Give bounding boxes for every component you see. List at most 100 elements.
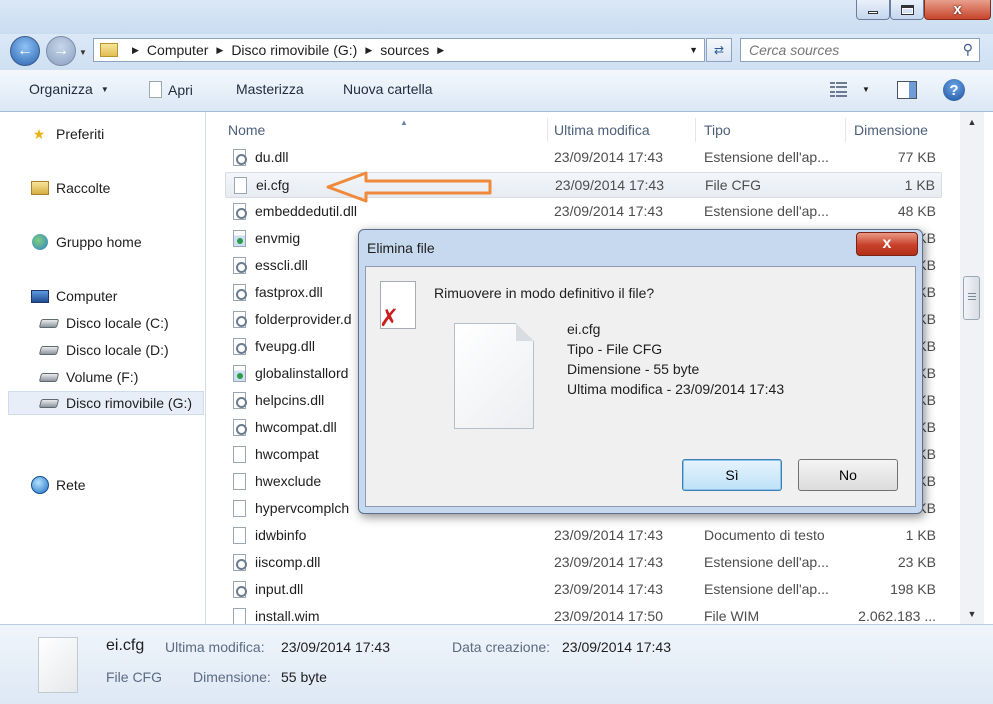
column-header-type[interactable]: Tipo [704, 118, 846, 142]
chevron-right-icon[interactable]: ▶ [216, 45, 223, 56]
sidebar-item-label: Disco rimovibile (G:) [66, 395, 193, 411]
chevron-down-icon[interactable]: ▼ [862, 85, 870, 94]
file-date-cell: 23/09/2014 17:43 [555, 177, 664, 193]
chevron-right-icon[interactable]: ▶ [437, 45, 444, 56]
back-button[interactable]: ← [10, 36, 40, 66]
sidebar-item-drive-c[interactable]: Disco locale (C:) [0, 311, 206, 335]
file-size-cell: 198 KB [890, 581, 936, 597]
arrow-left-icon: ← [17, 42, 33, 59]
column-header-label: Dimensione [854, 122, 928, 138]
dll-file-icon [233, 554, 247, 571]
chevron-right-icon[interactable]: ▶ [132, 45, 139, 56]
computer-icon [31, 288, 49, 304]
search-input[interactable] [741, 42, 941, 58]
file-date-cell: 23/09/2014 17:43 [554, 203, 663, 219]
file-date-cell: 23/09/2014 17:43 [554, 554, 663, 570]
delete-file-icon: ✗ [379, 281, 416, 332]
drive-icon [38, 395, 60, 411]
document-icon [234, 177, 247, 194]
dialog-file-type: Tipo - File CFG [567, 341, 663, 357]
file-type-cell: Documento di testo [704, 527, 825, 543]
maximize-button[interactable] [890, 0, 924, 20]
sidebar-item-label: Volume (F:) [66, 369, 139, 385]
sidebar-item-label: Gruppo home [56, 234, 142, 250]
dialog-file-modified: Ultima modifica - 23/09/2014 17:43 [567, 381, 785, 397]
preview-pane-icon[interactable] [897, 81, 917, 99]
column-header-name[interactable]: Nome ▲ [228, 118, 548, 142]
scroll-thumb[interactable] [963, 276, 980, 320]
vertical-scrollbar[interactable]: ▲ ▼ [960, 112, 984, 624]
table-row[interactable]: idwbinfo 23/09/2014 17:43 Documento di tes… [225, 523, 942, 549]
address-bar[interactable]: ▶ Computer ▶ Disco rimovibile (G:) ▶ sou… [93, 38, 705, 62]
sidebar-item-libraries[interactable]: Raccolte [0, 176, 206, 200]
recent-pages-dropdown[interactable]: ▼ [79, 48, 87, 57]
breadcrumb-drive[interactable]: Disco rimovibile (G:) [231, 42, 357, 58]
table-row[interactable]: input.dll 23/09/2014 17:43 Estensione dell… [225, 577, 942, 603]
file-date-cell: 23/09/2014 17:50 [554, 608, 663, 624]
new-folder-label: Nuova cartella [343, 81, 433, 97]
dll-file-icon [233, 203, 247, 220]
no-button[interactable]: No [798, 459, 898, 491]
arrow-right-icon: → [53, 42, 69, 59]
sidebar-item-homegroup[interactable]: Gruppo home [0, 230, 206, 254]
sidebar-item-drive-g[interactable]: Disco rimovibile (G:) [8, 391, 204, 415]
file-name-cell: embeddedutil.dll [255, 203, 357, 219]
drive-icon [38, 342, 60, 358]
delete-file-dialog: Elimina file x ✗ Rimuovere in modo defin… [358, 229, 923, 514]
view-options-icon[interactable] [830, 82, 848, 98]
column-header-label: Ultima modifica [554, 122, 650, 138]
file-name-cell: idwbinfo [255, 527, 307, 543]
file-date-cell: 23/09/2014 17:43 [554, 527, 663, 543]
sidebar-item-drive-d[interactable]: Disco locale (D:) [0, 338, 206, 362]
sidebar-item-network[interactable]: Rete [0, 473, 206, 497]
open-button[interactable]: Apri [149, 81, 193, 98]
dialog-close-button[interactable]: x [856, 232, 918, 256]
sidebar-item-drive-f[interactable]: Volume (F:) [0, 365, 206, 389]
burn-button[interactable]: Masterizza [236, 81, 304, 97]
table-row[interactable]: du.dll 23/09/2014 17:43 Estensione dell'ap… [225, 145, 942, 171]
table-row[interactable]: iiscomp.dll 23/09/2014 17:43 Estensione de… [225, 550, 942, 576]
forward-button[interactable]: → [46, 36, 76, 66]
chevron-right-icon[interactable]: ▶ [365, 45, 372, 56]
sidebar-item-computer[interactable]: Computer [0, 284, 206, 308]
details-file-name: ei.cfg [106, 637, 145, 654]
program-file-icon [233, 230, 246, 247]
dll-file-icon [233, 284, 247, 301]
column-header-modified[interactable]: Ultima modifica [554, 118, 696, 142]
new-folder-button[interactable]: Nuova cartella [343, 81, 433, 97]
file-name-cell: iiscomp.dll [255, 554, 321, 570]
breadcrumb-sources[interactable]: sources [380, 42, 429, 58]
scroll-down-icon[interactable]: ▼ [960, 606, 984, 622]
orange-arrow-annotation [326, 171, 492, 203]
file-size-cell: 77 KB [897, 149, 936, 165]
help-icon[interactable]: ? [943, 79, 965, 101]
sidebar-item-favorites[interactable]: ★ Preferiti [0, 122, 206, 146]
dialog-file-name: ei.cfg [567, 321, 601, 337]
program-file-icon [233, 365, 246, 382]
file-type-cell: Estensione dell'ap... [704, 554, 829, 570]
scroll-up-icon[interactable]: ▲ [960, 114, 984, 130]
open-label: Apri [168, 81, 193, 98]
search-box[interactable]: ⚲ [740, 38, 980, 62]
file-size-cell: 23 KB [897, 554, 936, 570]
document-icon [149, 81, 162, 98]
dll-file-icon [233, 311, 247, 328]
file-name-cell: du.dll [255, 149, 289, 165]
file-size-cell: 48 KB [897, 203, 936, 219]
column-header-size[interactable]: Dimensione [854, 118, 954, 142]
network-icon [31, 476, 49, 494]
breadcrumb-computer[interactable]: Computer [147, 42, 208, 58]
minimize-button[interactable] [856, 0, 890, 20]
file-type-cell: File CFG [705, 177, 761, 193]
organize-button[interactable]: Organizza ▼ [29, 81, 109, 97]
dialog-question: Rimuovere in modo definitivo il file? [434, 285, 655, 301]
search-icon[interactable]: ⚲ [963, 41, 973, 58]
chevron-down-icon[interactable]: ▼ [689, 45, 698, 55]
close-button[interactable]: x [924, 0, 991, 20]
drive-icon [38, 369, 60, 385]
dll-file-icon [233, 392, 247, 409]
refresh-button[interactable]: ⇄ [706, 38, 732, 62]
yes-button[interactable]: Sì [682, 459, 782, 491]
maximize-icon [900, 4, 914, 15]
file-size-cell: 1 KB [904, 177, 935, 193]
